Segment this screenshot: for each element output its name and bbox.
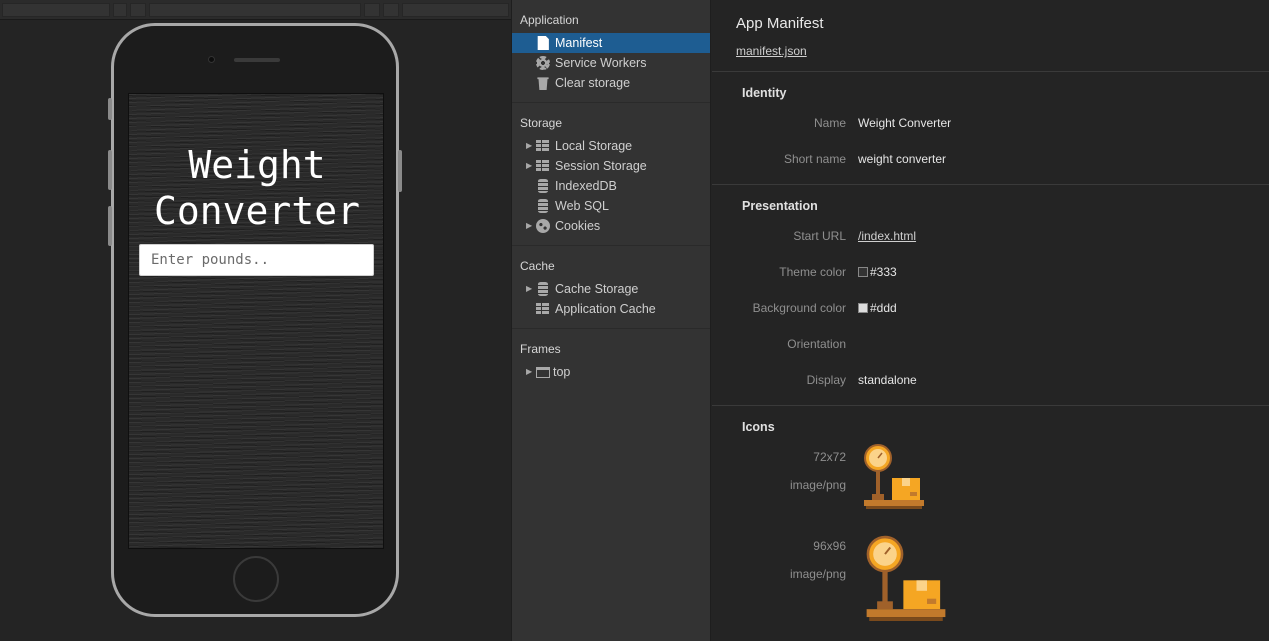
icon-size-label: 96x96 — [813, 539, 846, 553]
gear-icon — [536, 56, 550, 70]
icons-heading: Icons — [742, 420, 775, 434]
name-value: Weight Converter — [858, 116, 952, 130]
sidebar-item-cache-storage[interactable]: ▶ Cache Storage — [512, 279, 710, 299]
panel-title: App Manifest — [736, 15, 824, 32]
orientation-label: Orientation — [787, 337, 846, 351]
phone-screen: Weight Converter — [128, 93, 384, 549]
toolbar-segment[interactable] — [130, 3, 146, 17]
scale-app-icon-96 — [866, 535, 946, 621]
background-color-text: #ddd — [870, 301, 897, 315]
background-color-label: Background color — [752, 301, 846, 315]
device-toolbar — [0, 0, 511, 20]
sidebar-item-service-workers[interactable]: Service Workers — [512, 53, 710, 73]
scale-app-icon-72 — [864, 444, 924, 509]
toolbar-segment[interactable] — [383, 3, 399, 17]
section-title-storage: Storage — [520, 116, 563, 130]
short-name-label: Short name — [783, 152, 846, 166]
sidebar-item-label: Local Storage — [555, 139, 633, 153]
phone-frame: Weight Converter — [108, 23, 402, 617]
sidebar-item-label: Cache Storage — [555, 282, 639, 296]
manifest-json-link[interactable]: manifest.json — [736, 44, 807, 58]
toolbar-segment[interactable] — [2, 3, 110, 17]
display-label: Display — [806, 373, 846, 387]
icon-type-label: image/png — [789, 478, 846, 492]
sidebar-item-label: Session Storage — [555, 159, 647, 173]
expand-arrow-icon[interactable]: ▶ — [526, 279, 532, 299]
theme-color-label: Theme color — [779, 265, 846, 279]
sidebar-item-label: IndexedDB — [555, 179, 617, 193]
sidebar-item-session-storage[interactable]: ▶ Session Storage — [512, 156, 710, 176]
frame-icon — [536, 367, 550, 378]
panel-divider — [712, 71, 1269, 72]
short-name-value: weight converter — [858, 152, 947, 166]
theme-color-swatch — [858, 267, 868, 277]
icon-size-label: 72x72 — [813, 450, 846, 464]
section-title-frames: Frames — [520, 342, 561, 356]
background-color-swatch — [858, 303, 868, 313]
section-divider — [512, 102, 710, 103]
sidebar-item-top-frame[interactable]: ▶ top — [512, 362, 710, 382]
grid-icon — [536, 159, 550, 173]
sidebar-item-label: Manifest — [555, 36, 603, 50]
start-url-link[interactable]: /index.html — [858, 229, 916, 243]
trash-icon — [537, 77, 549, 90]
sidebar-item-manifest[interactable]: Manifest — [512, 33, 710, 53]
identity-heading: Identity — [742, 86, 787, 100]
sidebar-item-label: Cookies — [555, 219, 601, 233]
toolbar-segment[interactable] — [113, 3, 127, 17]
phone-mute-switch — [108, 98, 112, 120]
expand-arrow-icon[interactable]: ▶ — [526, 362, 532, 382]
toolbar-segment[interactable] — [402, 3, 509, 17]
sidebar-item-indexeddb[interactable]: IndexedDB — [512, 176, 710, 196]
sidebar-item-clear-storage[interactable]: Clear storage — [512, 73, 710, 93]
sidebar-item-local-storage[interactable]: ▶ Local Storage — [512, 136, 710, 156]
icon-type-label: image/png — [789, 567, 846, 581]
sidebar-item-label: top — [553, 365, 571, 379]
device-emulator-pane: Weight Converter — [0, 0, 511, 641]
theme-color-value: #333 — [858, 265, 897, 279]
panel-divider — [712, 184, 1269, 185]
expand-arrow-icon[interactable]: ▶ — [526, 136, 532, 156]
expand-arrow-icon[interactable]: ▶ — [526, 156, 532, 176]
background-color-value: #ddd — [858, 301, 897, 315]
grid-icon — [536, 302, 550, 316]
sidebar-item-cookies[interactable]: ▶ Cookies — [512, 216, 710, 236]
application-sidebar: Application Manifest Service Workers Cle… — [511, 0, 711, 641]
database-icon — [538, 199, 548, 213]
speaker-grille — [234, 58, 280, 62]
sidebar-item-label: Web SQL — [555, 199, 609, 213]
panel-divider — [712, 405, 1269, 406]
database-icon — [538, 282, 548, 296]
toolbar-segment[interactable] — [364, 3, 380, 17]
display-value: standalone — [858, 373, 917, 387]
presentation-heading: Presentation — [742, 199, 818, 213]
pounds-input[interactable] — [139, 244, 374, 276]
database-icon — [538, 179, 548, 193]
section-divider — [512, 328, 710, 329]
expand-arrow-icon[interactable]: ▶ — [526, 216, 532, 236]
theme-color-text: #333 — [870, 265, 897, 279]
app-title: Weight Converter — [154, 143, 360, 233]
phone-volume-up — [108, 150, 112, 190]
grid-icon — [536, 139, 550, 153]
section-title-cache: Cache — [520, 259, 555, 273]
sidebar-item-label: Service Workers — [555, 56, 647, 70]
toolbar-segment[interactable] — [149, 3, 361, 17]
sidebar-item-application-cache[interactable]: Application Cache — [512, 299, 710, 319]
section-title-application: Application — [520, 13, 579, 27]
section-divider — [512, 245, 710, 246]
manifest-panel: App Manifest manifest.json Identity Name… — [712, 0, 1269, 641]
cookie-icon — [536, 219, 550, 233]
home-button[interactable] — [233, 556, 279, 602]
camera-icon — [208, 56, 215, 63]
sidebar-item-label: Application Cache — [555, 302, 656, 316]
name-label: Name — [813, 116, 846, 130]
phone-volume-down — [108, 206, 112, 246]
sidebar-item-label: Clear storage — [555, 76, 631, 90]
document-icon — [537, 36, 549, 50]
sidebar-item-web-sql[interactable]: Web SQL — [512, 196, 710, 216]
start-url-label: Start URL — [793, 229, 846, 243]
phone-power-button — [398, 150, 402, 192]
